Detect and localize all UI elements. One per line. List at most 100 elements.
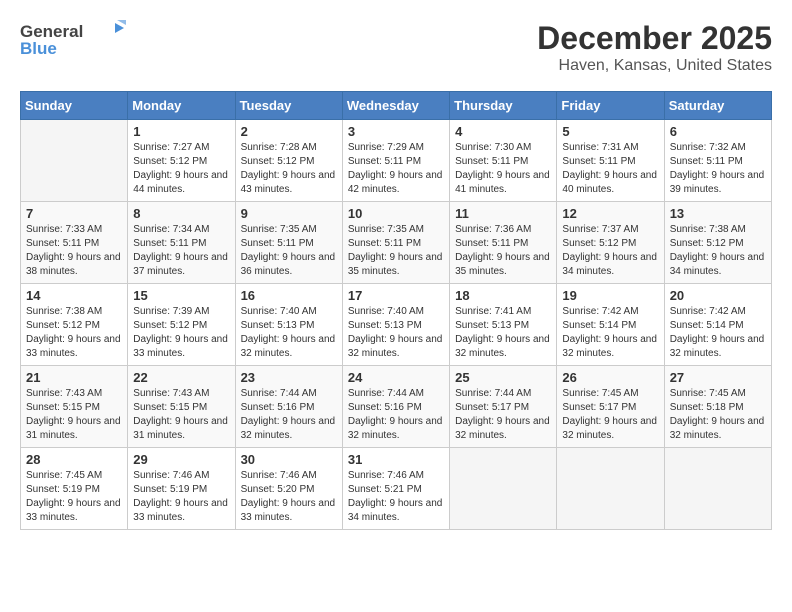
title-block: December 2025 Haven, Kansas, United Stat… [537, 20, 772, 75]
week-row-1: 1Sunrise: 7:27 AMSunset: 5:12 PMDaylight… [21, 120, 772, 202]
daylight-text: Daylight: 9 hours and 32 minutes. [348, 415, 444, 443]
calendar-cell: 18Sunrise: 7:41 AMSunset: 5:13 PMDayligh… [450, 284, 557, 366]
sunset-text: Sunset: 5:12 PM [133, 319, 229, 333]
day-info: Sunrise: 7:37 AMSunset: 5:12 PMDaylight:… [562, 223, 658, 279]
day-number: 22 [133, 370, 229, 385]
sunset-text: Sunset: 5:19 PM [133, 483, 229, 497]
day-number: 2 [241, 124, 337, 139]
daylight-text: Daylight: 9 hours and 31 minutes. [133, 415, 229, 443]
calendar-header-row: SundayMondayTuesdayWednesdayThursdayFrid… [21, 92, 772, 120]
sunset-text: Sunset: 5:17 PM [455, 401, 551, 415]
sunrise-text: Sunrise: 7:43 AM [133, 387, 229, 401]
calendar-cell: 23Sunrise: 7:44 AMSunset: 5:16 PMDayligh… [235, 366, 342, 448]
day-info: Sunrise: 7:44 AMSunset: 5:17 PMDaylight:… [455, 387, 551, 443]
sunrise-text: Sunrise: 7:38 AM [26, 305, 122, 319]
page-header: General Blue December 2025 Haven, Kansas… [20, 20, 772, 75]
calendar-cell: 22 Sunrise: 7:43 AMSunset: 5:15 PMDayligh… [128, 366, 235, 448]
sunset-text: Sunset: 5:18 PM [670, 401, 766, 415]
sunrise-text: Sunrise: 7:33 AM [26, 223, 122, 237]
calendar-table: SundayMondayTuesdayWednesdayThursdayFrid… [20, 91, 772, 530]
sunrise-text: Sunrise: 7:29 AM [348, 141, 444, 155]
header-friday: Friday [557, 92, 664, 120]
daylight-text: Daylight: 9 hours and 34 minutes. [670, 251, 766, 279]
sunrise-text: Sunrise: 7:45 AM [562, 387, 658, 401]
day-number: 14 [26, 288, 122, 303]
calendar-cell: 29Sunrise: 7:46 AMSunset: 5:19 PMDayligh… [128, 448, 235, 530]
daylight-text: Daylight: 9 hours and 31 minutes. [26, 415, 122, 443]
day-number: 23 [241, 370, 337, 385]
day-info: Sunrise: 7:42 AMSunset: 5:14 PMDaylight:… [562, 305, 658, 361]
calendar-cell: 27Sunrise: 7:45 AMSunset: 5:18 PMDayligh… [664, 366, 771, 448]
svg-text:Blue: Blue [20, 39, 57, 58]
day-info: Sunrise: 7:44 AMSunset: 5:16 PMDaylight:… [348, 387, 444, 443]
daylight-text: Daylight: 9 hours and 37 minutes. [133, 251, 229, 279]
calendar-cell: 21Sunrise: 7:43 AMSunset: 5:15 PMDayligh… [21, 366, 128, 448]
calendar-cell: 9Sunrise: 7:35 AMSunset: 5:11 PMDaylight… [235, 202, 342, 284]
sunrise-text: Sunrise: 7:44 AM [348, 387, 444, 401]
day-info: Sunrise: 7:45 AMSunset: 5:17 PMDaylight:… [562, 387, 658, 443]
week-row-5: 28Sunrise: 7:45 AMSunset: 5:19 PMDayligh… [21, 448, 772, 530]
sunset-text: Sunset: 5:21 PM [348, 483, 444, 497]
sunset-text: Sunset: 5:16 PM [348, 401, 444, 415]
calendar-cell: 30Sunrise: 7:46 AMSunset: 5:20 PMDayligh… [235, 448, 342, 530]
calendar-cell: 15Sunrise: 7:39 AMSunset: 5:12 PMDayligh… [128, 284, 235, 366]
sunrise-text: Sunrise: 7:42 AM [670, 305, 766, 319]
daylight-text: Daylight: 9 hours and 32 minutes. [348, 333, 444, 361]
daylight-text: Daylight: 9 hours and 32 minutes. [562, 415, 658, 443]
sunrise-text: Sunrise: 7:46 AM [348, 469, 444, 483]
calendar-cell: 31 Sunrise: 7:46 AMSunset: 5:21 PMDayligh… [342, 448, 449, 530]
sunrise-text: Sunrise: 7:43 AM [26, 387, 122, 401]
daylight-text: Daylight: 9 hours and 33 minutes. [26, 497, 122, 525]
header-monday: Monday [128, 92, 235, 120]
day-number: 9 [241, 206, 337, 221]
day-info: Sunrise: 7:46 AMSunset: 5:21 PMDaylight:… [348, 469, 444, 525]
day-info: Sunrise: 7:43 AMSunset: 5:15 PMDaylight:… [133, 387, 229, 443]
day-number: 12 [562, 206, 658, 221]
sunset-text: Sunset: 5:11 PM [133, 237, 229, 251]
sunset-text: Sunset: 5:11 PM [455, 155, 551, 169]
daylight-text: Daylight: 9 hours and 32 minutes. [455, 333, 551, 361]
page-title: December 2025 [537, 20, 772, 57]
sunset-text: Sunset: 5:11 PM [562, 155, 658, 169]
daylight-text: Daylight: 9 hours and 44 minutes. [133, 169, 229, 197]
sunset-text: Sunset: 5:12 PM [26, 319, 122, 333]
daylight-text: Daylight: 9 hours and 32 minutes. [670, 333, 766, 361]
sunset-text: Sunset: 5:15 PM [133, 401, 229, 415]
day-number: 31 [348, 452, 444, 467]
daylight-text: Daylight: 9 hours and 39 minutes. [670, 169, 766, 197]
header-sunday: Sunday [21, 92, 128, 120]
calendar-cell: 5Sunrise: 7:31 AMSunset: 5:11 PMDaylight… [557, 120, 664, 202]
calendar-cell: 13Sunrise: 7:38 AMSunset: 5:12 PMDayligh… [664, 202, 771, 284]
sunset-text: Sunset: 5:11 PM [241, 237, 337, 251]
calendar-cell: 20Sunrise: 7:42 AMSunset: 5:14 PMDayligh… [664, 284, 771, 366]
day-info: Sunrise: 7:45 AMSunset: 5:19 PMDaylight:… [26, 469, 122, 525]
day-number: 10 [348, 206, 444, 221]
calendar-cell [664, 448, 771, 530]
calendar-cell: 12 Sunrise: 7:37 AMSunset: 5:12 PMDayligh… [557, 202, 664, 284]
daylight-text: Daylight: 9 hours and 35 minutes. [348, 251, 444, 279]
day-info: Sunrise: 7:28 AMSunset: 5:12 PMDaylight:… [241, 141, 337, 197]
day-number: 7 [26, 206, 122, 221]
day-info: Sunrise: 7:46 AMSunset: 5:19 PMDaylight:… [133, 469, 229, 525]
daylight-text: Daylight: 9 hours and 36 minutes. [241, 251, 337, 279]
sunset-text: Sunset: 5:19 PM [26, 483, 122, 497]
sunset-text: Sunset: 5:13 PM [455, 319, 551, 333]
header-thursday: Thursday [450, 92, 557, 120]
sunrise-text: Sunrise: 7:28 AM [241, 141, 337, 155]
sunrise-text: Sunrise: 7:44 AM [241, 387, 337, 401]
calendar-cell: 14 Sunrise: 7:38 AMSunset: 5:12 PMDayligh… [21, 284, 128, 366]
calendar-cell: 10Sunrise: 7:35 AMSunset: 5:11 PMDayligh… [342, 202, 449, 284]
day-number: 1 [133, 124, 229, 139]
calendar-cell: 4Sunrise: 7:30 AMSunset: 5:11 PMDaylight… [450, 120, 557, 202]
day-number: 3 [348, 124, 444, 139]
sunrise-text: Sunrise: 7:31 AM [562, 141, 658, 155]
calendar-cell: 8Sunrise: 7:34 AMSunset: 5:11 PMDaylight… [128, 202, 235, 284]
week-row-3: 14Sunrise: 7:38 AMSunset: 5:12 PMDayligh… [21, 284, 772, 366]
day-number: 17 [348, 288, 444, 303]
sunrise-text: Sunrise: 7:46 AM [241, 469, 337, 483]
calendar-cell: 24Sunrise: 7:44 AMSunset: 5:16 PMDayligh… [342, 366, 449, 448]
day-info: Sunrise: 7:41 AMSunset: 5:13 PMDaylight:… [455, 305, 551, 361]
sunrise-text: Sunrise: 7:40 AM [348, 305, 444, 319]
daylight-text: Daylight: 9 hours and 33 minutes. [26, 333, 122, 361]
day-number: 11 [455, 206, 551, 221]
